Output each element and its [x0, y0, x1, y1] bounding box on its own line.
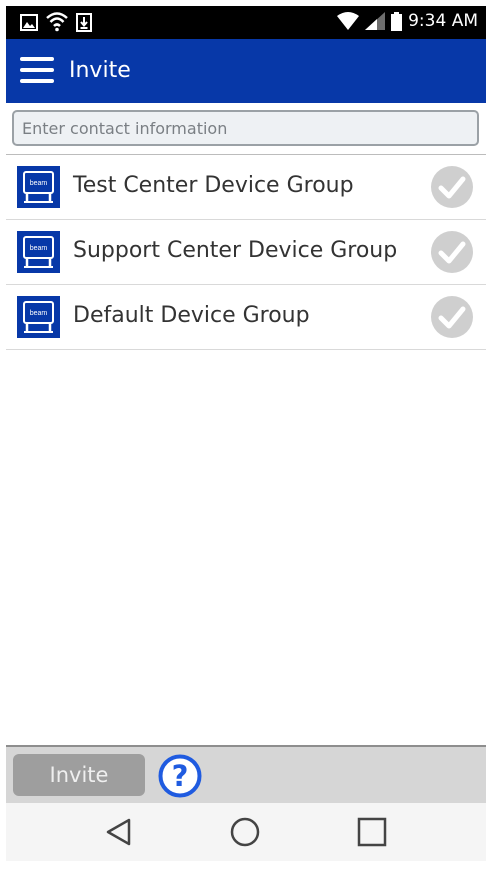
beam-device-icon: beam — [17, 166, 60, 208]
screen: 9:34 AM Invite beam Test Center Device G… — [6, 6, 486, 861]
gallery-icon — [20, 13, 38, 31]
status-bar: 9:34 AM — [6, 6, 486, 39]
list-item[interactable]: beam Test Center Device Group — [6, 155, 486, 220]
invite-button[interactable]: Invite — [13, 754, 145, 796]
contact-input[interactable] — [14, 112, 477, 144]
group-label: Default Device Group — [73, 303, 310, 328]
check-circle-icon[interactable] — [431, 296, 473, 338]
page-title: Invite — [69, 58, 131, 83]
status-time: 9:34 AM — [408, 11, 478, 31]
svg-text:beam: beam — [30, 310, 48, 317]
bottom-action-bar: Invite ? — [6, 745, 486, 803]
download-icon — [76, 12, 92, 32]
back-icon[interactable] — [102, 815, 136, 849]
signal-icon — [365, 12, 386, 30]
hamburger-menu-icon[interactable] — [20, 57, 54, 85]
beam-device-icon: beam — [17, 296, 60, 338]
recents-icon[interactable] — [355, 815, 389, 849]
svg-text:beam: beam — [30, 245, 48, 252]
group-label: Test Center Device Group — [73, 173, 354, 198]
battery-icon — [391, 11, 403, 31]
svg-text:?: ? — [172, 759, 189, 793]
device-group-list: beam Test Center Device Group beam Suppo… — [6, 154, 486, 350]
wifi-outline-icon — [46, 12, 68, 32]
svg-text:beam: beam — [30, 180, 48, 187]
help-circle-icon[interactable]: ? — [158, 754, 202, 798]
group-label: Support Center Device Group — [73, 238, 398, 263]
app-bar: Invite — [6, 39, 486, 103]
wifi-icon — [337, 12, 360, 30]
check-circle-icon[interactable] — [431, 166, 473, 208]
home-icon[interactable] — [228, 815, 262, 849]
contact-search-field — [12, 110, 479, 146]
list-item[interactable]: beam Default Device Group — [6, 285, 486, 350]
check-circle-icon[interactable] — [431, 231, 473, 273]
system-nav-bar — [6, 803, 486, 861]
list-item[interactable]: beam Support Center Device Group — [6, 220, 486, 285]
beam-device-icon: beam — [17, 231, 60, 273]
